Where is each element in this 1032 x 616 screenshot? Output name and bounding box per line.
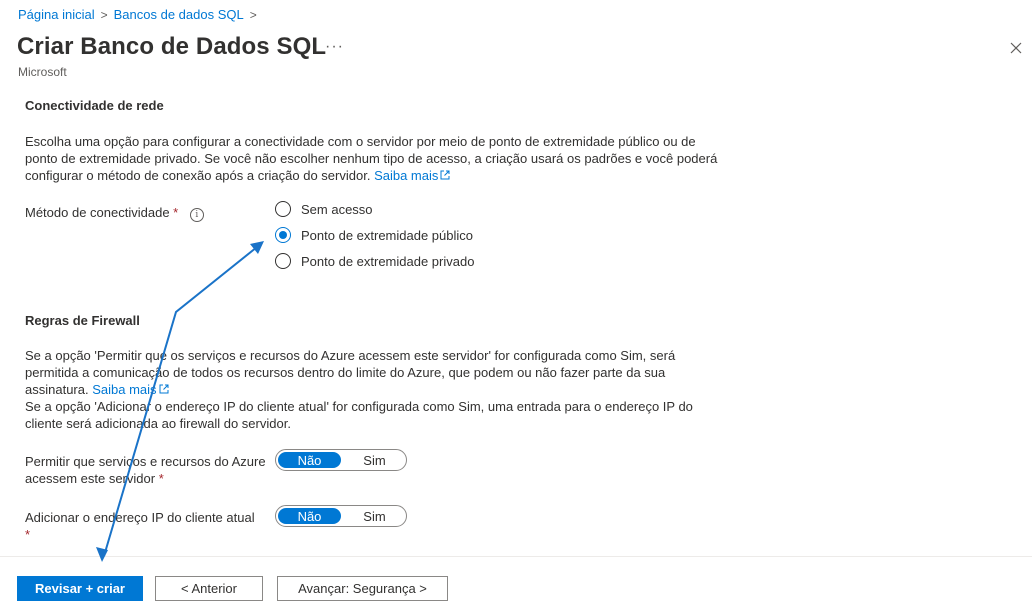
network-learn-more-link[interactable]: Saiba mais [374, 168, 450, 183]
arrow-head-bottom [96, 547, 108, 562]
external-link-icon [440, 170, 450, 180]
radio-label: Sem acesso [301, 201, 373, 217]
allow-azure-services-toggle[interactable]: Não Sim [275, 449, 407, 471]
close-icon[interactable] [1006, 38, 1026, 58]
info-icon[interactable]: i [189, 208, 204, 222]
firewall-learn-more-link[interactable]: Saiba mais [92, 382, 169, 397]
radio-no-access[interactable]: Sem acesso [275, 201, 373, 217]
required-mark: * [158, 471, 164, 486]
more-options-button[interactable]: ··· [325, 38, 344, 56]
footer-divider [0, 556, 1032, 557]
firewall-description: Se a opção 'Permitir que os serviços e r… [25, 347, 725, 432]
toggle-option-no[interactable]: Não [278, 452, 341, 468]
external-link-icon [159, 384, 169, 394]
network-connectivity-heading: Conectividade de rede [25, 98, 164, 113]
radio-label: Ponto de extremidade público [301, 227, 474, 243]
arrow-head-top [250, 241, 264, 254]
add-client-ip-label: Adicionar o endereço IP do cliente atual… [25, 510, 255, 542]
radio-circle-selected[interactable] [275, 227, 291, 243]
allow-azure-services-label: Permitir que serviços e recursos do Azur… [25, 454, 266, 486]
toggle-option-no[interactable]: Não [278, 508, 341, 524]
firewall-rules-heading: Regras de Firewall [25, 313, 140, 328]
next-security-button[interactable]: Avançar: Segurança > [277, 576, 448, 601]
radio-circle[interactable] [275, 253, 291, 269]
chevron-right-icon: > [249, 7, 257, 22]
radio-private-endpoint[interactable]: Ponto de extremidade privado [275, 253, 474, 269]
review-create-button[interactable]: Revisar + criar [17, 576, 143, 601]
toggle-option-yes[interactable]: Sim [343, 450, 406, 470]
connectivity-method-label: Método de conectividade * i [25, 204, 204, 222]
network-description-text: Escolha uma opção para configurar a cone… [25, 134, 718, 183]
radio-label: Ponto de extremidade privado [301, 253, 475, 269]
breadcrumb-home-link[interactable]: Página inicial [18, 7, 95, 22]
publisher-label: Microsoft [18, 65, 67, 79]
radio-circle[interactable] [275, 201, 291, 217]
breadcrumb: Página inicial > Bancos de dados SQL > [18, 7, 263, 22]
firewall-description-text-2: Se a opção 'Adicionar o endereço IP do c… [25, 399, 693, 431]
required-mark: * [25, 527, 31, 542]
toggle-option-yes[interactable]: Sim [343, 506, 406, 526]
radio-public-endpoint[interactable]: Ponto de extremidade público [275, 227, 473, 243]
network-connectivity-description: Escolha uma opção para configurar a cone… [25, 133, 725, 184]
page-title: Criar Banco de Dados SQL [17, 33, 327, 60]
previous-button[interactable]: < Anterior [155, 576, 263, 601]
chevron-right-icon: > [100, 7, 108, 22]
breadcrumb-sql-databases-link[interactable]: Bancos de dados SQL [114, 7, 244, 22]
add-client-ip-toggle[interactable]: Não Sim [275, 505, 407, 527]
required-mark: * [173, 205, 179, 220]
